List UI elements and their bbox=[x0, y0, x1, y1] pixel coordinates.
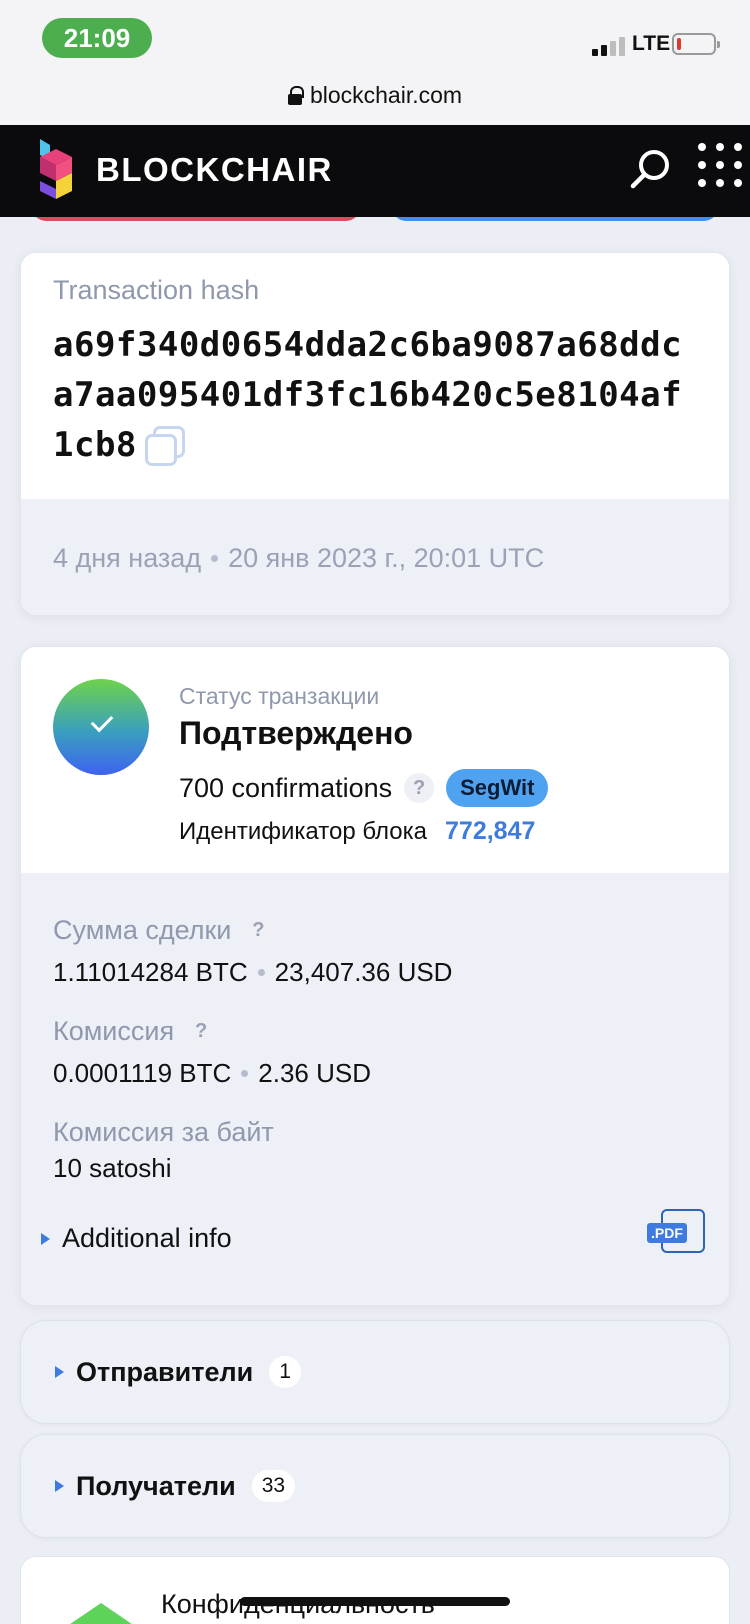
amount-label: Сумма сделки bbox=[53, 914, 232, 945]
blockchair-logo-icon[interactable] bbox=[36, 137, 76, 205]
absolute-time: 20 янв 2023 г., 20:01 UTC bbox=[228, 542, 545, 573]
ios-status-bar: 21:09 LTE blockchair.com bbox=[0, 0, 750, 125]
transaction-hash-card: Transaction hash a69f340d0654dda2c6ba908… bbox=[20, 252, 730, 616]
fee-field: Комиссия ? 0.0001119 BTC 2.36 USD bbox=[53, 1014, 697, 1089]
additional-info-label: Additional info bbox=[62, 1223, 232, 1253]
receivers-title: Получатели bbox=[76, 1470, 236, 1501]
apps-grid-icon[interactable] bbox=[698, 143, 742, 187]
transaction-status-card: Статус транзакции Подтверждено 700 confi… bbox=[20, 646, 730, 1306]
help-icon[interactable]: ? bbox=[186, 1016, 217, 1046]
expand-triangle-icon bbox=[55, 1366, 64, 1378]
url-text: blockchair.com bbox=[309, 81, 463, 108]
block-row: Идентификатор блока 772,847 bbox=[179, 817, 535, 846]
signal-icon bbox=[592, 34, 626, 56]
pdf-label: .PDF bbox=[647, 1223, 687, 1243]
dot-separator bbox=[257, 969, 265, 976]
amount-btc: 1.11014284 BTC bbox=[53, 957, 248, 987]
fee-per-byte-value: 10 satoshi bbox=[53, 1153, 172, 1183]
expand-triangle-icon bbox=[41, 1232, 50, 1245]
check-icon bbox=[90, 709, 114, 733]
status-label: Статус транзакции bbox=[179, 683, 380, 709]
dot-separator bbox=[241, 1070, 249, 1077]
fee-label: Комиссия bbox=[53, 1015, 175, 1046]
privacy-card[interactable]: Конфиденциальность bbox=[20, 1556, 730, 1624]
lock-icon bbox=[287, 86, 304, 105]
home-indicator[interactable] bbox=[240, 1597, 510, 1606]
clock: 21:09 bbox=[42, 18, 152, 58]
senders-section[interactable]: Отправители 1 bbox=[20, 1320, 730, 1424]
search-icon[interactable] bbox=[626, 145, 674, 193]
confirmed-status-icon bbox=[53, 679, 149, 775]
help-icon[interactable]: ? bbox=[404, 773, 435, 803]
privacy-score-icon bbox=[57, 1603, 145, 1624]
fee-btc: 0.0001119 BTC bbox=[53, 1058, 232, 1088]
transaction-hash[interactable]: a69f340d0654dda2c6ba9087a68ddca7aa095401… bbox=[53, 320, 693, 470]
pdf-download-icon[interactable]: .PDF bbox=[647, 1209, 705, 1253]
confirmations-count: 700 confirmations bbox=[179, 772, 393, 803]
copy-icon[interactable] bbox=[144, 426, 185, 466]
fee-usd: 2.36 USD bbox=[258, 1058, 372, 1088]
block-id-link[interactable]: 772,847 bbox=[445, 817, 535, 846]
address-bar[interactable]: blockchair.com bbox=[0, 78, 750, 112]
hash-label: Transaction hash bbox=[53, 275, 260, 305]
transaction-time: 4 дня назад 20 янв 2023 г., 20:01 UTC bbox=[21, 499, 729, 615]
help-icon[interactable]: ? bbox=[243, 915, 274, 945]
amount-field: Сумма сделки ? 1.11014284 BTC 23,407.36 … bbox=[53, 913, 697, 988]
senders-title: Отправители bbox=[76, 1356, 254, 1387]
confirmations-row: 700 confirmations ? SegWit bbox=[179, 769, 549, 807]
receivers-count: 33 bbox=[251, 1470, 296, 1502]
segwit-badge[interactable]: SegWit bbox=[446, 769, 549, 807]
expand-triangle-icon bbox=[55, 1480, 64, 1492]
relative-time: 4 дня назад bbox=[53, 542, 202, 573]
fee-per-byte-label: Комиссия за байт bbox=[53, 1116, 274, 1147]
network-type: LTE bbox=[632, 32, 671, 55]
dot-separator bbox=[211, 554, 219, 562]
brand-name[interactable]: BLOCKCHAIR bbox=[96, 151, 333, 189]
status-value: Подтверждено bbox=[179, 715, 413, 751]
additional-info-toggle[interactable]: Additional info bbox=[41, 1223, 232, 1254]
fee-per-byte-field: Комиссия за байт 10 satoshi bbox=[53, 1115, 697, 1184]
block-label: Идентификатор блока bbox=[179, 818, 428, 845]
site-header: BLOCKCHAIR bbox=[0, 125, 750, 217]
battery-icon bbox=[672, 33, 720, 55]
senders-count: 1 bbox=[269, 1356, 301, 1388]
amount-usd: 23,407.36 USD bbox=[274, 957, 453, 987]
receivers-section[interactable]: Получатели 33 bbox=[20, 1434, 730, 1538]
